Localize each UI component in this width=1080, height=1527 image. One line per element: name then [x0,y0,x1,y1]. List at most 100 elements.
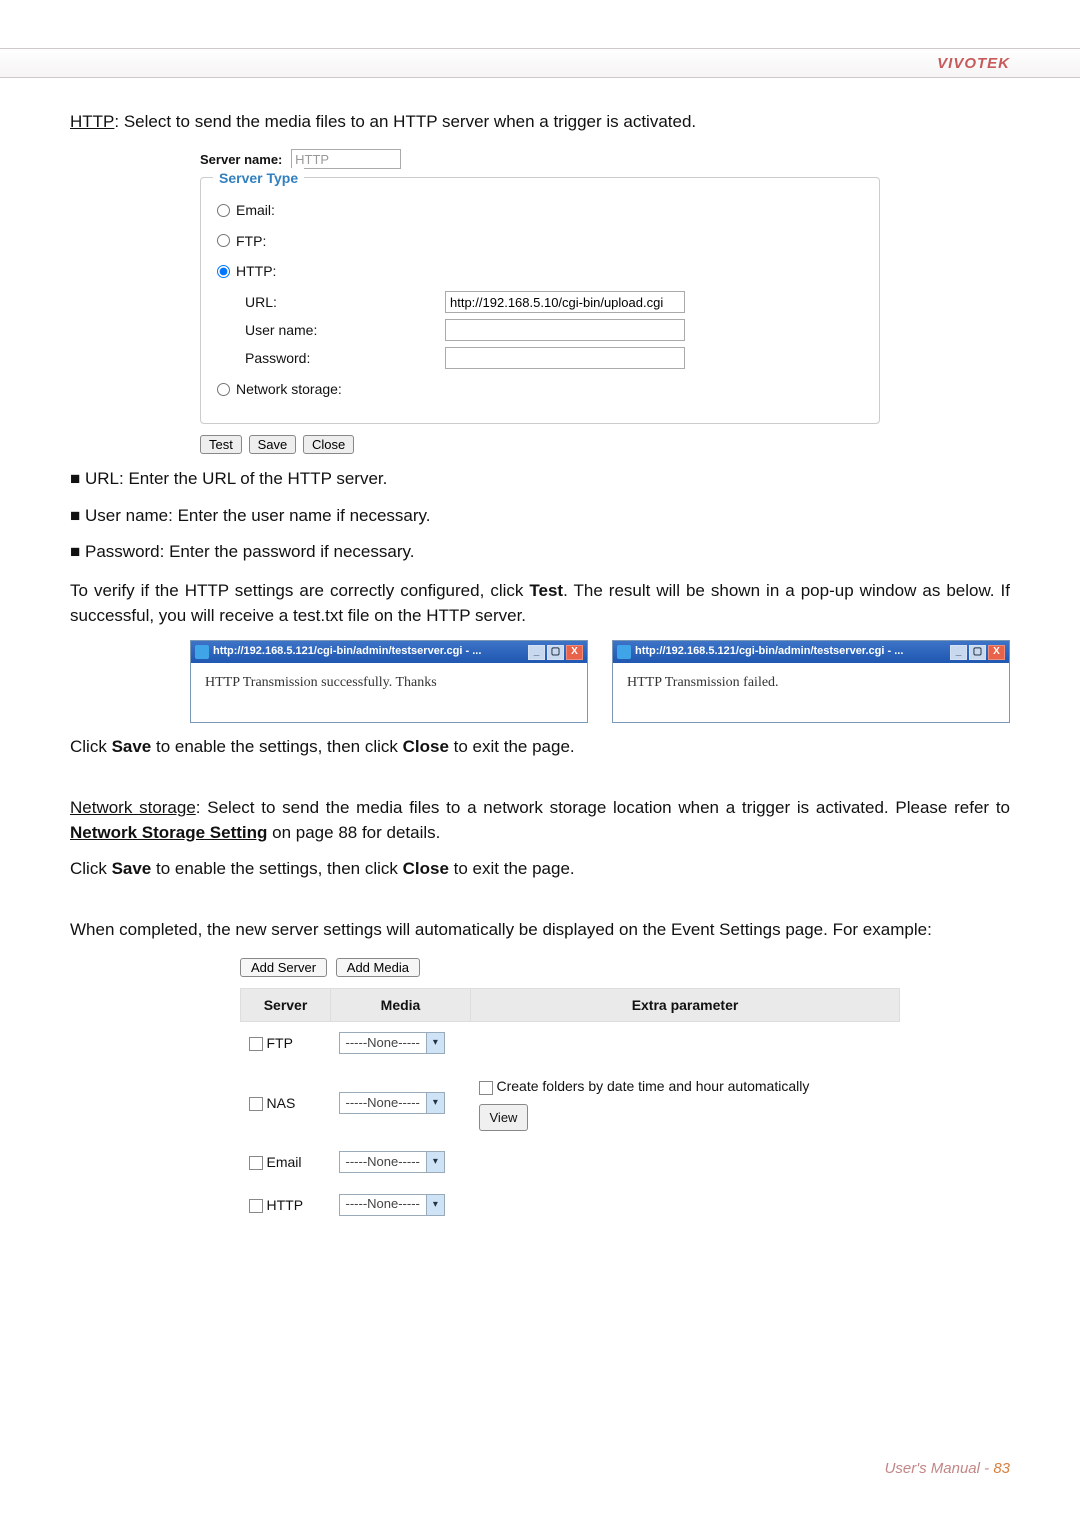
popup-fail-titlebar: http://192.168.5.121/cgi-bin/admin/tests… [613,641,1009,663]
chevron-down-icon: ▾ [426,1033,444,1053]
ie-icon [195,645,209,659]
http-intro-rest: : Select to send the media files to an H… [114,112,696,131]
server-name-input[interactable] [291,149,401,169]
media-select-ftp[interactable]: -----None-----▾ [339,1032,445,1054]
radio-ftp[interactable] [217,234,230,247]
sel-ftp-text: -----None----- [340,1034,426,1053]
minimize-icon[interactable]: _ [528,645,545,660]
maximize-icon[interactable]: ▢ [547,645,564,660]
server-name-label: Server name: [200,152,282,167]
ns-link[interactable]: Network Storage Setting [70,823,267,842]
view-button[interactable]: View [479,1104,529,1131]
cs2a: Click [70,859,112,878]
server-type-legend: Server Type [213,168,304,188]
close-button[interactable]: Close [303,435,354,454]
nas-extra-label: Create folders by date time and hour aut… [497,1078,810,1094]
http-label-underline: HTTP [70,112,114,131]
cs1b: Save [112,737,152,756]
popup-row: http://192.168.5.121/cgi-bin/admin/tests… [190,640,1010,722]
radio-ftp-row[interactable]: FTP: [217,231,863,251]
radio-http[interactable] [217,265,230,278]
sel-nas-text: -----None----- [340,1094,426,1113]
radio-network-storage-row[interactable]: Network storage: [217,379,863,399]
ns-label-underline: Network storage [70,798,196,817]
popup-fail-body: HTTP Transmission failed. [613,663,1009,721]
brand-label: VIVOTEK [937,55,1010,72]
username-input[interactable] [445,319,685,341]
bullet-url: URL: Enter the URL of the HTTP server. [70,467,1010,492]
checkbox-ftp[interactable] [249,1037,263,1051]
chevron-down-icon: ▾ [426,1093,444,1113]
radio-network-storage[interactable] [217,383,230,396]
cs1a: Click [70,737,112,756]
cs1c: to enable the settings, then click [151,737,402,756]
checkbox-http[interactable] [249,1199,263,1213]
footer: User's Manual - 83 [885,1460,1010,1477]
checkbox-create-folders[interactable] [479,1081,493,1095]
media-select-email[interactable]: -----None-----▾ [339,1151,445,1173]
url-label: URL: [245,292,445,312]
sel-http-text: -----None----- [340,1195,426,1214]
url-input[interactable] [445,291,685,313]
save-button[interactable]: Save [249,435,297,454]
popup-success-titlebar: http://192.168.5.121/cgi-bin/admin/tests… [191,641,587,663]
window-buttons: _ ▢ X [528,645,583,660]
radio-network-storage-label: Network storage: [236,379,342,399]
password-input[interactable] [445,347,685,369]
completed-paragraph: When completed, the new server settings … [70,918,1010,943]
click-save-2: Click Save to enable the settings, then … [70,857,1010,882]
test-button[interactable]: Test [200,435,242,454]
verify-paragraph: To verify if the HTTP settings are corre… [70,579,1010,628]
chevron-down-icon: ▾ [426,1195,444,1215]
bullet-username: User name: Enter the user name if necess… [70,504,1010,529]
password-row: Password: [245,347,863,369]
table-row-http: HTTP -----None-----▾ [241,1183,900,1225]
radio-email[interactable] [217,204,230,217]
radio-email-row[interactable]: Email: [217,200,863,220]
row-http-label: HTTP [267,1197,304,1213]
verify-b: Test [529,581,563,600]
cs2b: Save [112,859,152,878]
url-row: URL: [245,291,863,313]
ie-icon [617,645,631,659]
checkbox-nas[interactable] [249,1097,263,1111]
radio-http-row[interactable]: HTTP: [217,261,863,281]
chevron-down-icon: ▾ [426,1152,444,1172]
radio-ftp-label: FTP: [236,231,266,251]
maximize-icon[interactable]: ▢ [969,645,986,660]
sel-email-text: -----None----- [340,1153,426,1172]
ns-rest-b: on page 88 for details. [267,823,440,842]
radio-email-label: Email: [236,200,275,220]
cs2e: to exit the page. [449,859,575,878]
row-nas-label: NAS [267,1095,296,1111]
event-table: Add Server Add Media Server Media Extra … [240,955,900,1226]
row-email-label: Email [267,1154,302,1170]
http-intro: HTTP: Select to send the media files to … [70,110,1010,135]
popup-success-url: http://192.168.5.121/cgi-bin/admin/tests… [213,644,524,660]
footer-page-number: 83 [993,1460,1010,1477]
popup-success: http://192.168.5.121/cgi-bin/admin/tests… [190,640,588,722]
media-select-nas[interactable]: -----None-----▾ [339,1092,445,1114]
radio-http-label: HTTP: [236,261,276,281]
row-ftp-label: FTP [267,1035,293,1051]
verify-a: To verify if the HTTP settings are corre… [70,581,529,600]
cs2c: to enable the settings, then click [151,859,402,878]
table-header-row: Server Media Extra parameter [241,988,900,1021]
add-media-button[interactable]: Add Media [336,958,420,977]
password-label: Password: [245,348,445,368]
table-row-ftp: FTP -----None-----▾ [241,1022,900,1065]
footer-label: User's Manual - [885,1460,994,1477]
username-label: User name: [245,320,445,340]
media-select-http[interactable]: -----None-----▾ [339,1194,445,1216]
minimize-icon[interactable]: _ [950,645,967,660]
table-row-email: Email -----None-----▾ [241,1141,900,1183]
header-band: VIVOTEK [0,48,1080,78]
checkbox-email[interactable] [249,1156,263,1170]
close-icon[interactable]: X [566,645,583,660]
th-media: Media [331,988,471,1021]
cs2d: Close [403,859,449,878]
close-icon[interactable]: X [988,645,1005,660]
add-server-button[interactable]: Add Server [240,958,327,977]
th-server: Server [241,988,331,1021]
cs1e: to exit the page. [449,737,575,756]
